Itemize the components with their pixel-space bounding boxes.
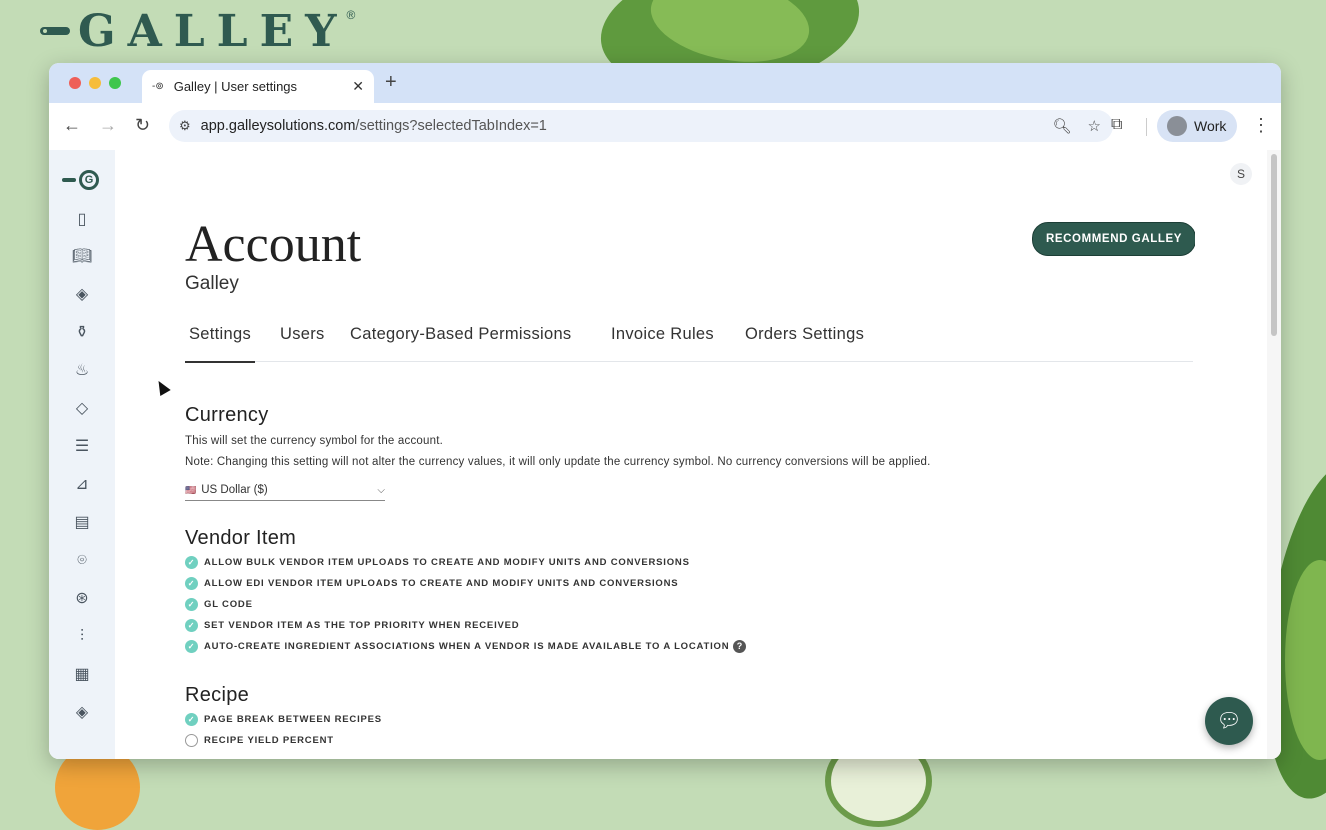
- check-icon[interactable]: ✓: [185, 619, 198, 632]
- currency-note: Note: Changing this setting will not alt…: [185, 456, 931, 468]
- mouse-cursor: [153, 377, 171, 397]
- book-icon[interactable]: 📖︎: [71, 246, 93, 268]
- forward-icon[interactable]: →: [99, 115, 117, 136]
- unchecked-circle-icon[interactable]: ✓: [185, 734, 198, 747]
- bookmark-star-icon[interactable]: ☆: [1088, 117, 1101, 135]
- recipe-option[interactable]: ✓ PAGE BREAK BETWEEN RECIPES: [185, 713, 382, 726]
- tag-icon[interactable]: ◇: [71, 398, 93, 420]
- vendor-option[interactable]: ✓ ALLOW EDI VENDOR ITEM UPLOADS TO CREAT…: [185, 577, 678, 590]
- chef-hat-icon[interactable]: ♨: [71, 360, 93, 382]
- option-label: ALLOW EDI VENDOR ITEM UPLOADS TO CREATE …: [204, 578, 679, 589]
- tab-invoice-rules[interactable]: Invoice Rules: [607, 325, 718, 361]
- avatar: [1167, 116, 1187, 136]
- currency-description: This will set the currency symbol for th…: [185, 435, 443, 447]
- toolbar-divider: [1146, 118, 1147, 136]
- tab-users[interactable]: Users: [276, 325, 329, 361]
- scrollbar-thumb[interactable]: [1271, 154, 1277, 336]
- browser-window: -⊚ Galley | User settings ✕ + ← → ↻ ⚙ ap…: [49, 63, 1281, 759]
- vendor-option[interactable]: ✓ GL CODE: [185, 598, 253, 611]
- sidebar: G ▯ 📖︎ ◈ ⚱ ♨ ◇ ☰ ⊿ ▤ ⌾ ⊛ ⫶ ▦ ◈: [49, 150, 115, 759]
- tab-favicon-icon: -⊚: [152, 81, 164, 92]
- chevron-down-icon: ⌵: [377, 484, 385, 496]
- help-icon[interactable]: ?: [733, 640, 747, 653]
- bottle-icon[interactable]: ⚱: [71, 322, 93, 344]
- option-label: GL CODE: [204, 599, 253, 610]
- option-label: AUTO-CREATE INGREDIENT ASSOCIATIONS WHEN…: [204, 641, 730, 652]
- vendor-option[interactable]: ✓ ALLOW BULK VENDOR ITEM UPLOADS TO CREA…: [185, 556, 690, 569]
- address-bar[interactable]: ⚙ app.galleysolutions.com/settings?selec…: [169, 110, 1113, 142]
- vendor-item-heading: Vendor Item: [185, 527, 297, 549]
- location-icon[interactable]: ⌾: [71, 550, 93, 572]
- option-label: ALLOW BULK VENDOR ITEM UPLOADS TO CREATE…: [204, 557, 690, 568]
- currency-selected-value: US Dollar ($): [201, 484, 268, 496]
- registered-mark: ®: [346, 8, 356, 22]
- zoom-icon[interactable]: 🔍︎: [1053, 117, 1072, 135]
- dining-icon[interactable]: ⊛: [71, 588, 93, 610]
- profile-button[interactable]: Work: [1157, 110, 1237, 142]
- tab-category-based-permissions[interactable]: Category-Based Permissions: [346, 325, 575, 361]
- currency-heading: Currency: [185, 404, 269, 426]
- option-label: RECIPE YIELD PERCENT: [204, 735, 334, 746]
- window-controls: [69, 77, 121, 89]
- recipe-option[interactable]: ✓ RECIPE YIELD PERCENT: [185, 734, 334, 747]
- galley-logo: GALLEY ®: [40, 5, 365, 57]
- app-area: G ▯ 📖︎ ◈ ⚱ ♨ ◇ ☰ ⊿ ▤ ⌾ ⊛ ⫶ ▦ ◈ S Account…: [49, 150, 1281, 759]
- cart-icon[interactable]: ⊿: [71, 474, 93, 496]
- knife-icon: [62, 178, 76, 182]
- maximize-window-button[interactable]: [109, 77, 121, 89]
- option-label: SET VENDOR ITEM AS THE TOP PRIORITY WHEN…: [204, 620, 520, 631]
- recommend-galley-button[interactable]: RECOMMEND GALLEY: [1032, 222, 1195, 256]
- leaf-icon[interactable]: ◈: [71, 284, 93, 306]
- account-name: Galley: [185, 273, 239, 294]
- minimize-window-button[interactable]: [89, 77, 101, 89]
- close-tab-icon[interactable]: ✕: [352, 78, 364, 95]
- new-tab-button[interactable]: +: [385, 71, 397, 94]
- close-window-button[interactable]: [69, 77, 81, 89]
- user-initial-chip[interactable]: S: [1230, 163, 1252, 185]
- leaf-icon[interactable]: ◈: [71, 702, 93, 724]
- knife-icon: [40, 27, 70, 35]
- url-path: /settings?selectedTabIndex=1: [355, 118, 547, 134]
- vendor-option[interactable]: ✓ SET VENDOR ITEM AS THE TOP PRIORITY WH…: [185, 619, 519, 632]
- currency-select[interactable]: 🇺🇸 US Dollar ($) ⌵: [185, 480, 385, 501]
- check-icon[interactable]: ✓: [185, 713, 198, 726]
- sliders-icon[interactable]: ⫶: [71, 626, 93, 648]
- checklist-icon[interactable]: ☰: [71, 436, 93, 458]
- chat-support-button[interactable]: 💬︎: [1205, 697, 1253, 745]
- tab-settings[interactable]: Settings: [185, 325, 256, 363]
- scrollbar[interactable]: [1267, 150, 1281, 759]
- browser-titlebar: -⊚ Galley | User settings ✕ +: [49, 63, 1281, 103]
- settings-tabs: Settings Users Category-Based Permission…: [185, 325, 1193, 363]
- site-info-icon[interactable]: ⚙: [179, 118, 191, 134]
- check-icon[interactable]: ✓: [185, 577, 198, 590]
- galley-sidebar-logo[interactable]: G: [62, 170, 99, 190]
- page-title: Account: [185, 216, 362, 273]
- tab-title: Galley | User settings: [173, 79, 298, 94]
- url-host: app.galleysolutions.com: [200, 118, 356, 134]
- brand-name: GALLEY: [78, 5, 349, 57]
- browser-tab[interactable]: -⊚ Galley | User settings ✕: [142, 70, 374, 103]
- recipe-heading: Recipe: [185, 684, 250, 706]
- settings-content: Account Galley RECOMMEND GALLEY Settings…: [185, 150, 1195, 759]
- browser-menu-icon[interactable]: ⋮: [1252, 115, 1270, 136]
- extensions-icon[interactable]: ⧉: [1111, 116, 1122, 134]
- url-text[interactable]: app.galleysolutions.com/settings?selecte…: [201, 118, 1037, 134]
- reload-icon[interactable]: ↻: [135, 115, 150, 136]
- vendor-option[interactable]: ✓ AUTO-CREATE INGREDIENT ASSOCIATIONS WH…: [185, 640, 747, 653]
- back-icon[interactable]: ←: [63, 115, 81, 136]
- calendar-icon[interactable]: ▦: [71, 664, 93, 686]
- us-flag-icon: 🇺🇸: [185, 484, 197, 495]
- check-icon[interactable]: ✓: [185, 598, 198, 611]
- profile-label: Work: [1194, 118, 1227, 134]
- tab-orders-settings[interactable]: Orders Settings: [741, 325, 868, 361]
- check-icon[interactable]: ✓: [185, 556, 198, 569]
- clipboard-icon[interactable]: ▯: [71, 209, 93, 231]
- document-icon[interactable]: ▤: [71, 512, 93, 534]
- browser-toolbar: ← → ↻ ⚙ app.galleysolutions.com/settings…: [49, 103, 1281, 151]
- option-label: PAGE BREAK BETWEEN RECIPES: [204, 714, 382, 725]
- galley-g-icon: G: [79, 170, 99, 190]
- check-icon[interactable]: ✓: [185, 640, 198, 653]
